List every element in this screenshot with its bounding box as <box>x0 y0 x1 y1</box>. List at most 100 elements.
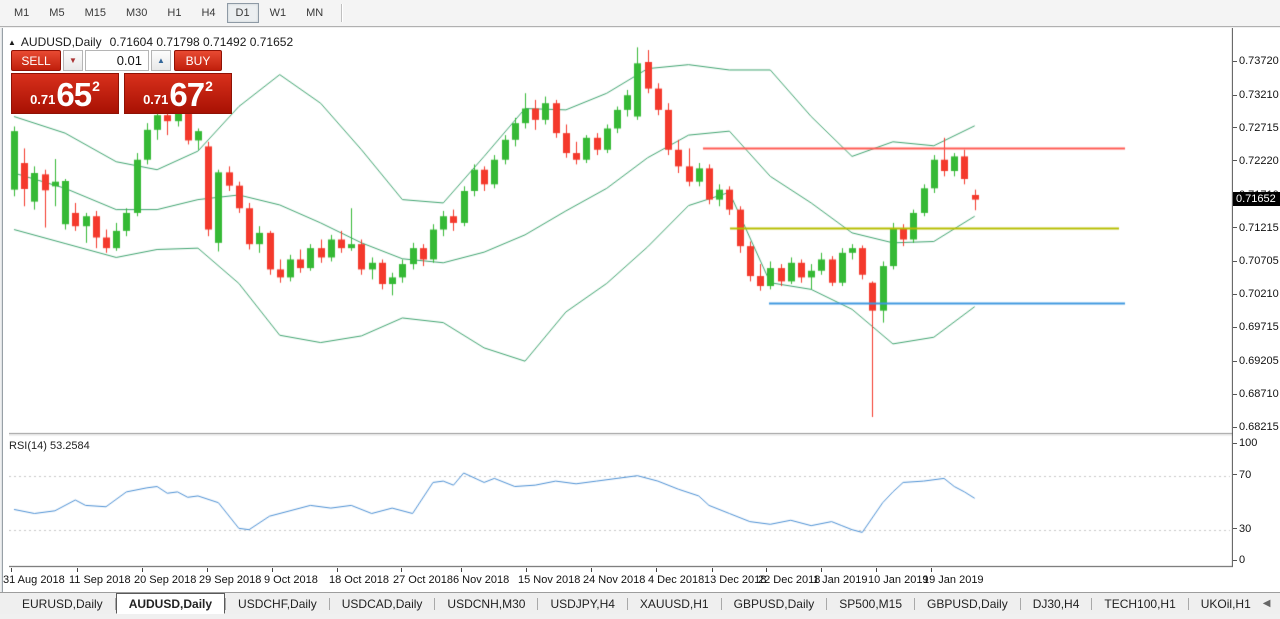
tabs-holder: EURUSD,Daily AUDUSD,Daily USDCHF,Daily USDC… <box>10 592 1263 614</box>
rsi-indicator-label: RSI(14) 53.2584 <box>9 440 90 452</box>
tab-eurusd-daily[interactable]: EURUSD,Daily <box>10 595 115 613</box>
chart-title: ▲ AUDUSD,Daily 0.71604 0.71798 0.71492 0.7… <box>8 35 293 49</box>
date-label: 27 Oct 2018 <box>393 574 453 586</box>
tab-tech100-h1[interactable]: TECH100,H1 <box>1092 595 1187 613</box>
date-label: 10 Jan 2019 <box>868 574 929 586</box>
timeframe-button-M30[interactable]: M30 <box>117 3 156 23</box>
tick-dash <box>1233 442 1237 444</box>
price-tick: 0.73720 <box>1233 55 1279 67</box>
price-tick: 0.72715 <box>1233 122 1279 134</box>
tick-dash <box>1233 426 1237 428</box>
tick-dash <box>1233 559 1237 561</box>
timeframe-button-W1[interactable]: W1 <box>261 3 296 23</box>
date-label: 6 Nov 2018 <box>453 574 510 586</box>
price-tick: 0.70705 <box>1233 255 1279 267</box>
date-label: 29 Sep 2018 <box>199 574 262 586</box>
price-tick-label: 0.72220 <box>1239 154 1279 167</box>
tab-usdcad-daily[interactable]: USDCAD,Daily <box>330 595 435 613</box>
price-tick: 0.72220 <box>1233 155 1279 167</box>
price-tick-label: 0.68215 <box>1239 420 1279 433</box>
sell-price-pip: 2 <box>92 78 100 94</box>
tab-usdchf-daily[interactable]: USDCHF,Daily <box>226 595 329 613</box>
tab-gbpusd-daily[interactable]: GBPUSD,Daily <box>915 595 1020 613</box>
buy-price-prefix: 0.71 <box>143 92 169 107</box>
volume-field[interactable]: 0.01 <box>85 50 149 71</box>
tick-dash <box>1233 528 1237 530</box>
tab-dj30-h4[interactable]: DJ30,H4 <box>1021 595 1092 613</box>
timeframe-button-M5[interactable]: M5 <box>40 3 73 23</box>
date-tick <box>591 568 592 572</box>
date-label: 19 Jan 2019 <box>923 574 984 586</box>
date-axis: 31 Aug 2018 11 Sep 2018 20 Sep 2018 29 Sep … <box>3 568 1233 592</box>
price-tick-label: 0.70210 <box>1239 288 1279 301</box>
tab-usdcnh-m30[interactable]: USDCNH,M30 <box>435 595 537 613</box>
sell-price-main: 65 <box>56 76 92 113</box>
tab-usdjpy-h4[interactable]: USDJPY,H4 <box>538 595 626 613</box>
date-tick <box>207 568 208 572</box>
sell-button[interactable]: SELL <box>11 50 61 71</box>
date-tick <box>526 568 527 572</box>
price-tick-label: 0.69205 <box>1239 355 1279 368</box>
tick-dash <box>1233 94 1237 96</box>
volume-increase-button[interactable]: ▲ <box>151 50 171 71</box>
status-strip <box>0 614 1280 619</box>
price-tick-label: 0.70705 <box>1239 255 1279 268</box>
chart-ohlc-values: 0.71604 0.71798 0.71492 0.71652 <box>109 35 294 49</box>
tab-audusd-daily[interactable]: AUDUSD,Daily <box>115 592 226 614</box>
rsi-tick: 70 <box>1233 469 1251 481</box>
date-label: 15 Nov 2018 <box>518 574 581 586</box>
rsi-tick-label: 70 <box>1239 468 1252 481</box>
tab-xauusd-h1[interactable]: XAUUSD,H1 <box>628 595 721 613</box>
date-label: 22 Dec 2018 <box>758 574 821 586</box>
tab-scroll-arrows: ◀ ▶ <box>1263 598 1280 609</box>
date-label: 31 Aug 2018 <box>3 574 65 586</box>
price-tick: 0.69715 <box>1233 321 1279 333</box>
rsi-tick-label: 0 <box>1239 554 1246 566</box>
toolbar-separator <box>341 4 344 22</box>
tick-dash <box>1233 326 1237 328</box>
rsi-tick: 30 <box>1233 523 1251 535</box>
tick-dash <box>1233 127 1237 129</box>
rsi-tick: 0 <box>1233 554 1245 566</box>
timeframe-button-D1[interactable]: D1 <box>226 3 259 23</box>
date-tick <box>401 568 402 572</box>
chart-symbol-label: AUDUSD,Daily <box>20 35 102 49</box>
price-axis: 0.71652 0.73720 0.73210 0.72715 0.72220 0.71… <box>1233 28 1280 568</box>
chart-tab-bar: EURUSD,Daily AUDUSD,Daily USDCHF,Daily USDC… <box>0 592 1280 614</box>
timeframe-button-H1[interactable]: H1 <box>158 3 190 23</box>
date-tick <box>461 568 462 572</box>
price-tick-label: 0.68710 <box>1239 388 1279 401</box>
collapse-icon[interactable]: ▲ <box>8 38 16 47</box>
timeframe-button-MN[interactable]: MN <box>297 3 332 23</box>
price-tick-label: 0.71215 <box>1239 221 1279 234</box>
timeframe-button-H4[interactable]: H4 <box>192 3 224 23</box>
timeframe-button-M15[interactable]: M15 <box>76 3 115 23</box>
tab-ukoil-h1[interactable]: UKOil,H1 <box>1189 595 1263 613</box>
date-label: 4 Dec 2018 <box>648 574 705 586</box>
date-label: 24 Nov 2018 <box>583 574 646 586</box>
tab-gbpusd-daily[interactable]: GBPUSD,Daily <box>722 595 827 613</box>
date-tick <box>766 568 767 572</box>
buy-button[interactable]: BUY <box>174 50 222 71</box>
price-tick: 0.73210 <box>1233 89 1279 101</box>
price-tick: 0.69205 <box>1233 355 1279 367</box>
volume-decrease-button[interactable]: ▼ <box>63 50 83 71</box>
price-tick-label: 0.73720 <box>1239 55 1279 67</box>
date-tick <box>821 568 822 572</box>
date-label: 11 Sep 2018 <box>69 574 131 586</box>
tab-scroll-left-icon[interactable]: ◀ <box>1263 598 1271 609</box>
price-tick: 0.71215 <box>1233 222 1279 234</box>
date-tick <box>876 568 877 572</box>
date-tick <box>656 568 657 572</box>
timeframe-button-M1[interactable]: M1 <box>5 3 38 23</box>
chart-window: ▲ AUDUSD,Daily 0.71604 0.71798 0.71492 0.7… <box>2 28 1280 592</box>
tab-sp500-m15[interactable]: SP500,M15 <box>827 595 914 613</box>
buy-quote-panel[interactable]: 0.71 67 2 <box>124 73 232 114</box>
date-tick <box>272 568 273 572</box>
date-tick <box>11 568 12 572</box>
rsi-tick: 100 <box>1233 437 1257 449</box>
rsi-tick-label: 100 <box>1239 437 1258 449</box>
date-tick <box>142 568 143 572</box>
buy-price-main: 67 <box>169 76 205 113</box>
sell-quote-panel[interactable]: 0.71 65 2 <box>11 73 119 114</box>
